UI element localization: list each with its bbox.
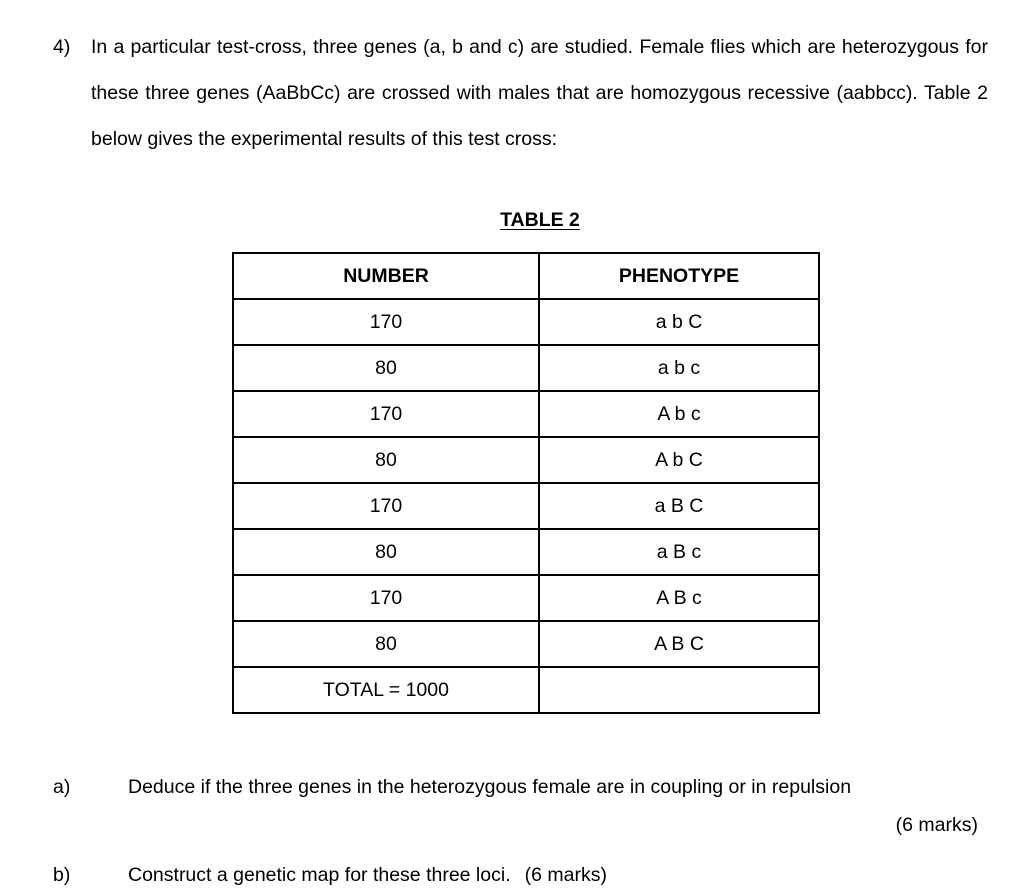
question-number: 4) <box>53 36 71 58</box>
table-row: 170 A b c <box>232 390 820 438</box>
cell-number: 80 <box>232 620 540 668</box>
cell-empty <box>538 666 820 714</box>
table-total-row: TOTAL = 1000 <box>232 666 820 714</box>
cell-phenotype: a b C <box>538 298 820 346</box>
table-row: 80 A B C <box>232 620 820 668</box>
cell-number: 80 <box>232 436 540 484</box>
sub-question-b-text: Construct a genetic map for these three … <box>128 864 511 886</box>
results-table: NUMBER PHENOTYPE 170 a b C 80 a b c 170 … <box>232 252 820 714</box>
table-row: 170 a B C <box>232 482 820 530</box>
table-header-row: NUMBER PHENOTYPE <box>232 252 820 300</box>
cell-number: 170 <box>232 298 540 346</box>
cell-phenotype: A B c <box>538 574 820 622</box>
question-4-row: 4) In a particular test-cross, three gen… <box>53 24 988 162</box>
cell-phenotype: a B c <box>538 528 820 576</box>
cell-total: TOTAL = 1000 <box>232 666 540 714</box>
question-text: In a particular test-cross, three genes … <box>91 36 988 150</box>
cell-phenotype: a B C <box>538 482 820 530</box>
table-row: 170 A B c <box>232 574 820 622</box>
sub-question-b-marks: (6 marks) <box>524 864 607 886</box>
cell-phenotype: A b C <box>538 436 820 484</box>
sub-question-b-body: Construct a genetic map for these three … <box>128 854 988 896</box>
question-4-block: 4) In a particular test-cross, three gen… <box>53 24 988 162</box>
sub-question-a-marks: (6 marks) <box>895 814 978 836</box>
sub-questions-block: a) Deduce if the three genes in the hete… <box>53 766 988 896</box>
cell-number: 170 <box>232 574 540 622</box>
sub-question-b-marker: b) <box>53 864 71 886</box>
cell-number: 170 <box>232 482 540 530</box>
column-header-number: NUMBER <box>232 252 540 300</box>
sub-question-b-row: b) Construct a genetic map for these thr… <box>53 854 988 896</box>
results-table-wrapper: NUMBER PHENOTYPE 170 a b C 80 a b c 170 … <box>232 252 820 714</box>
cell-phenotype: A B C <box>538 620 820 668</box>
table-row: 80 A b C <box>232 436 820 484</box>
cell-phenotype: a b c <box>538 344 820 392</box>
cell-number: 80 <box>232 528 540 576</box>
column-header-phenotype: PHENOTYPE <box>538 252 820 300</box>
table-title: TABLE 2 <box>500 209 580 231</box>
cell-number: 80 <box>232 344 540 392</box>
sub-question-a-row: a) Deduce if the three genes in the hete… <box>53 766 988 808</box>
table-row: 80 a B c <box>232 528 820 576</box>
table-row: 80 a b c <box>232 344 820 392</box>
sub-question-a-text: Deduce if the three genes in the heteroz… <box>128 776 852 798</box>
table-row: 170 a b C <box>232 298 820 346</box>
cell-number: 170 <box>232 390 540 438</box>
document-page: 4) In a particular test-cross, three gen… <box>0 0 1024 886</box>
cell-phenotype: A b c <box>538 390 820 438</box>
sub-question-a-marker: a) <box>53 776 71 798</box>
